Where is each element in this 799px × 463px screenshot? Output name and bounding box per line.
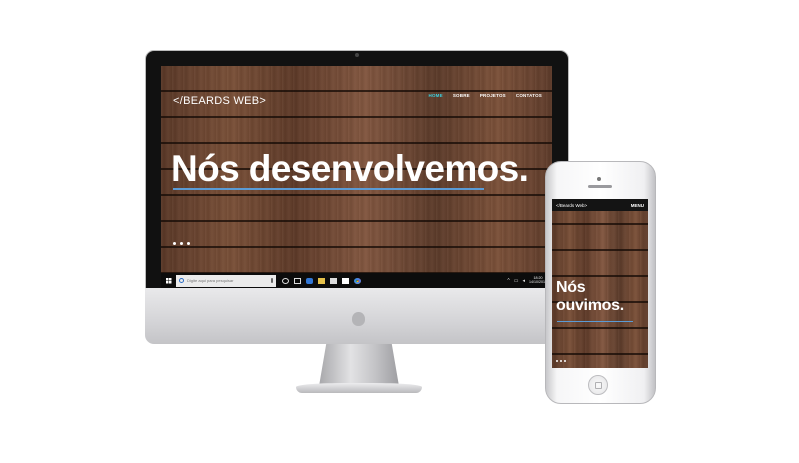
tray-chevron-icon[interactable]: ^ <box>507 278 509 284</box>
volume-icon[interactable]: ◂ <box>522 278 525 284</box>
mobile-hero-title: Nós ouvimos. <box>556 279 624 314</box>
chrome-icon[interactable] <box>354 277 361 284</box>
slider-dot[interactable] <box>556 360 558 362</box>
multitask-icon[interactable] <box>294 277 301 284</box>
file-explorer-icon[interactable] <box>318 277 325 284</box>
mobile-navbar: </Beards Web> MENU <box>552 199 648 211</box>
task-view-icon[interactable] <box>282 277 289 284</box>
start-button[interactable] <box>161 273 176 288</box>
slider-dots <box>173 242 190 245</box>
nav-sobre[interactable]: SOBRE <box>453 93 470 98</box>
taskbar: Digite aqui para pesquisar ^ ▭ ◂ 18:20 1… <box>161 273 552 288</box>
slider-dot[interactable] <box>560 360 562 362</box>
mobile-menu-button[interactable]: MENU <box>631 203 644 208</box>
network-icon[interactable]: ▭ <box>514 278 519 284</box>
site-logo[interactable]: </BEARDS WEB> <box>173 95 266 107</box>
slider-dot[interactable] <box>173 242 176 245</box>
windows-icon <box>165 277 172 284</box>
front-camera-icon <box>597 177 601 181</box>
home-square-icon <box>595 382 602 389</box>
nav-projetos[interactable]: PROJETOS <box>480 93 506 98</box>
nav-home[interactable]: HOME <box>429 93 443 98</box>
mail-icon[interactable] <box>342 277 349 284</box>
mobile-slider-dots <box>556 360 566 362</box>
desktop-screen: </BEARDS WEB> HOME SOBRE PROJETOS CONTAT… <box>161 66 552 288</box>
site-nav: HOME SOBRE PROJETOS CONTATOS <box>429 93 542 98</box>
monitor-base <box>296 383 422 393</box>
slider-dot[interactable] <box>187 242 190 245</box>
home-button[interactable] <box>588 375 608 395</box>
slider-dot[interactable] <box>180 242 183 245</box>
hero-underline <box>173 188 484 190</box>
hero-title: Nós desenvolvemos. <box>171 148 529 189</box>
search-placeholder: Digite aqui para pesquisar <box>187 278 234 283</box>
speaker-grille <box>588 185 612 188</box>
camera-icon <box>355 53 359 57</box>
slider-dot[interactable] <box>564 360 566 362</box>
taskbar-apps <box>282 277 361 284</box>
microphone-icon[interactable] <box>271 277 273 283</box>
mobile-screen: </Beards Web> MENU Nós ouvimos. <box>552 199 648 368</box>
mobile-logo[interactable]: </Beards Web> <box>556 203 587 208</box>
store-icon[interactable] <box>330 277 337 284</box>
cortana-icon <box>179 278 184 283</box>
taskbar-search[interactable]: Digite aqui para pesquisar <box>176 274 276 287</box>
edge-icon[interactable] <box>306 277 313 284</box>
mobile-hero-underline <box>557 321 633 322</box>
nav-contatos[interactable]: CONTATOS <box>516 93 542 98</box>
apple-logo-icon <box>352 312 365 326</box>
